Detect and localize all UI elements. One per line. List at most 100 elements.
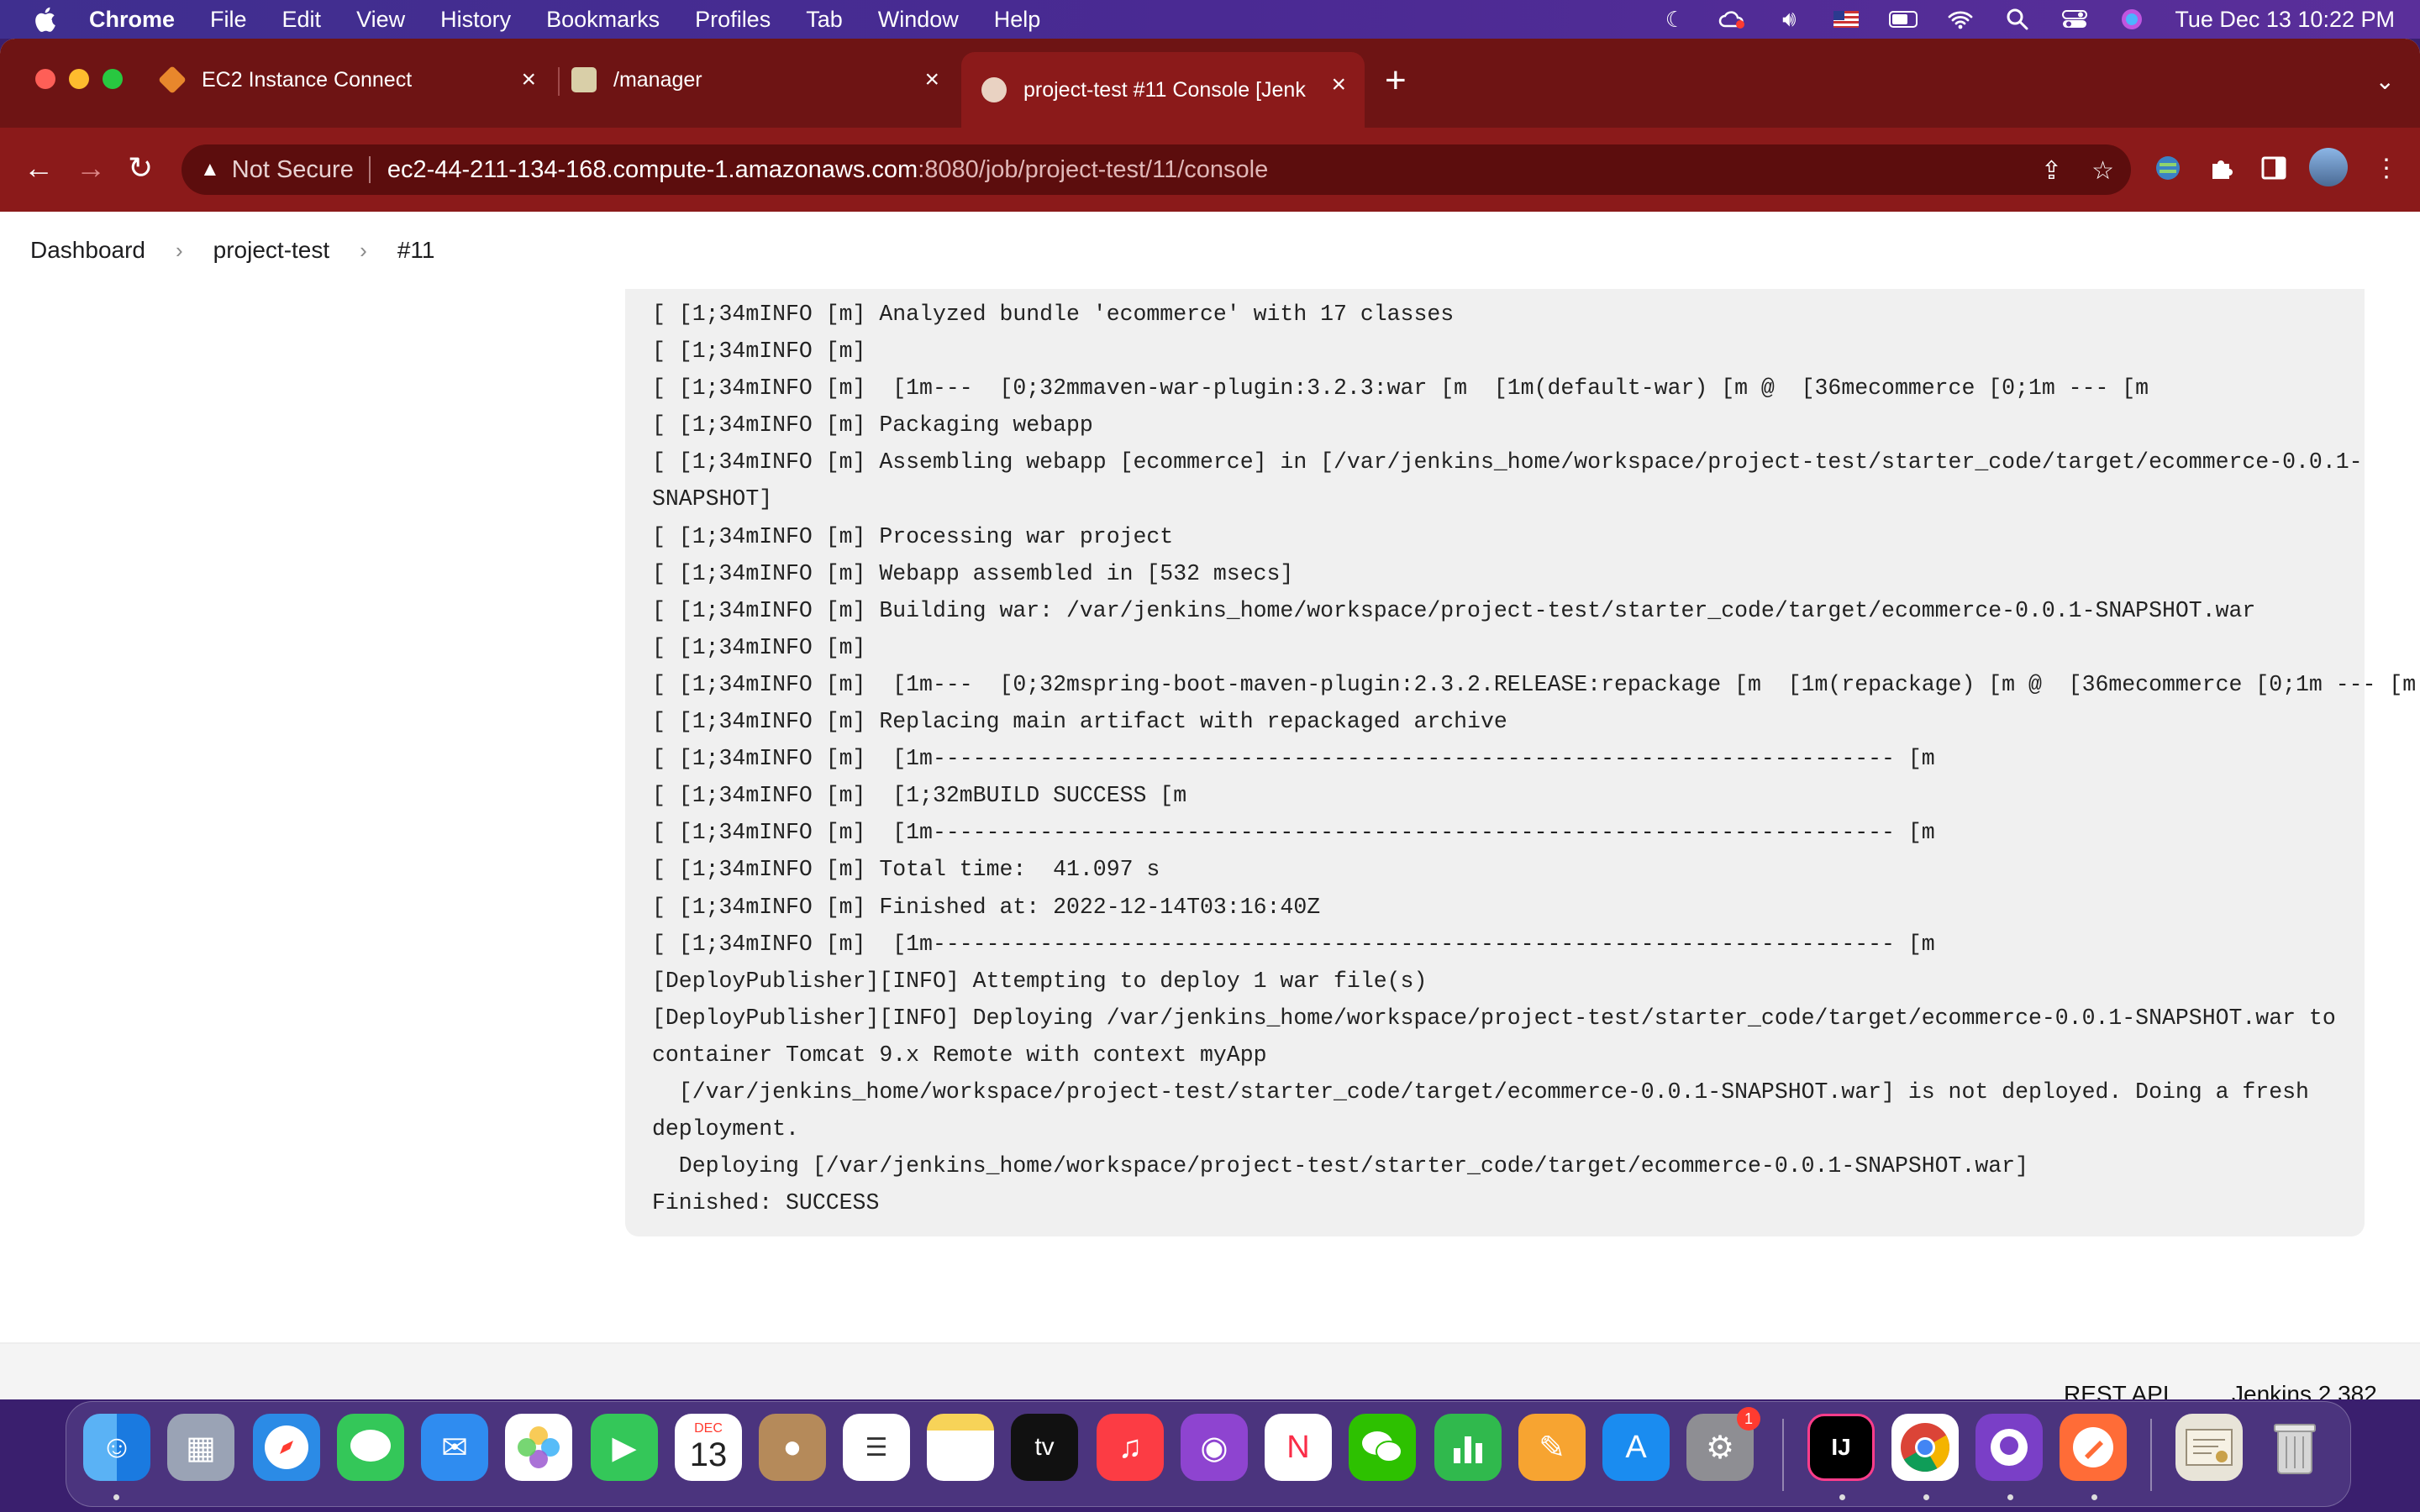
window-minimize-button[interactable] (69, 69, 89, 89)
calendar-month: DEC (694, 1421, 723, 1436)
menu-tab[interactable]: Tab (806, 7, 843, 33)
breadcrumb-dashboard[interactable]: Dashboard (30, 237, 145, 264)
tab-search-chevron-icon[interactable]: ⌄ (2375, 67, 2395, 95)
trash-icon[interactable] (2261, 1414, 2328, 1481)
facetime-icon[interactable]: ▶ (591, 1414, 658, 1481)
reminders-icon[interactable]: ☰ (843, 1414, 910, 1481)
tab-manager[interactable]: /manager × (571, 54, 958, 106)
system-settings-icon[interactable]: ⚙ 1 (1686, 1407, 1760, 1481)
console-line: [ [1;34mINFO [m] (652, 634, 866, 660)
reload-icon[interactable]: ↻ (128, 151, 153, 185)
notification-badge: 1 (1737, 1407, 1760, 1431)
github-desktop-icon[interactable] (1975, 1414, 2043, 1481)
calendar-icon[interactable]: DEC 13 (675, 1414, 742, 1481)
active-app-name[interactable]: Chrome (89, 7, 175, 33)
url-host[interactable]: ec2-44-211-134-168.compute-1.amazonaws.c… (387, 156, 918, 184)
url-path[interactable]: :8080/job/project-test/11/console (918, 156, 1268, 184)
menu-history[interactable]: History (440, 7, 511, 33)
menubar-clock[interactable]: Tue Dec 13 10:22 PM (2175, 7, 2395, 33)
siri-icon[interactable] (2118, 8, 2146, 31)
control-center-icon[interactable] (2060, 8, 2089, 31)
dock-separator (1782, 1419, 1784, 1491)
menu-window[interactable]: Window (878, 7, 959, 33)
forward-arrow-icon[interactable]: → (76, 151, 106, 185)
rest-api-link[interactable]: REST API (2064, 1381, 2170, 1399)
running-indicator (1923, 1494, 1929, 1500)
safari-icon[interactable] (253, 1414, 320, 1481)
menu-bookmarks[interactable]: Bookmarks (546, 7, 660, 33)
console-line: [DeployPublisher][INFO] Attempting to de… (652, 968, 1428, 994)
tab-close-icon[interactable]: × (1331, 71, 1346, 99)
creative-cloud-icon[interactable] (1718, 8, 1746, 31)
intellij-icon[interactable]: IJ (1807, 1414, 1875, 1481)
tab-close-icon[interactable]: × (521, 66, 536, 94)
tab-title: project-test #11 Console [Jenk (1023, 77, 1306, 102)
appletv-icon[interactable]: tv (1011, 1414, 1078, 1481)
calendar-day: 13 (689, 1436, 728, 1473)
focus-moon-icon[interactable]: ☾ (1660, 7, 1689, 32)
breadcrumb-chevron-icon: › (175, 237, 183, 263)
new-tab-plus-icon[interactable]: + (1385, 62, 1407, 99)
chrome-icon[interactable] (1891, 1414, 1959, 1481)
window-close-button[interactable] (35, 69, 55, 89)
menu-help[interactable]: Help (994, 7, 1041, 33)
pages-icon[interactable]: ✎ (1518, 1414, 1586, 1481)
tab-close-icon[interactable]: × (924, 66, 939, 94)
menu-edit[interactable]: Edit (282, 7, 322, 33)
side-panel-icon[interactable] (2257, 151, 2291, 185)
chrome-window: EC2 Instance Connect × /manager × projec… (0, 39, 2420, 1399)
notes-icon[interactable] (927, 1414, 994, 1481)
menu-file[interactable]: File (210, 7, 247, 33)
console-output: [ [1;34mINFO [m] Analyzed bundle 'ecomme… (625, 289, 2416, 1236)
extension-globe-icon[interactable] (2151, 151, 2185, 185)
certificate-icon[interactable] (2175, 1414, 2243, 1481)
breadcrumb-build-11[interactable]: #11 (397, 237, 435, 264)
console-line: [ [1;34mINFO [m] [1m--------------------… (652, 931, 1935, 957)
launchpad-icon[interactable]: ▦ (167, 1414, 234, 1481)
battery-icon[interactable] (1889, 8, 1918, 31)
messages-icon[interactable] (337, 1414, 404, 1481)
finder-icon[interactable]: ☺ (83, 1414, 150, 1481)
numbers-icon[interactable] (1434, 1414, 1502, 1481)
share-icon[interactable]: ⇪ (2041, 156, 2062, 186)
jenkins-version-link[interactable]: Jenkins 2.382 (2232, 1381, 2377, 1399)
window-zoom-button[interactable] (103, 69, 123, 89)
security-status[interactable]: Not Secure (232, 156, 354, 184)
back-arrow-icon[interactable]: ← (24, 151, 54, 185)
console-line: [ [1;34mINFO [m] Replacing main artifact… (652, 709, 1507, 735)
volume-icon[interactable]: 🔊︎ (1775, 6, 1803, 31)
profile-avatar[interactable] (2309, 148, 2348, 186)
spotlight-search-icon[interactable] (2003, 8, 2032, 31)
input-source-flag-icon[interactable] (1832, 8, 1860, 31)
breadcrumb-project-test[interactable]: project-test (213, 237, 330, 264)
warning-triangle-icon[interactable]: ▲ (200, 158, 220, 181)
page-footer: REST API Jenkins 2.382 (0, 1342, 2420, 1399)
tab-jenkins-console[interactable]: project-test #11 Console [Jenk × (961, 52, 1365, 128)
console-line: [ [1;34mINFO [m] [1;32mBUILD SUCCESS [m (652, 783, 1187, 809)
mail-icon[interactable]: ✉ (421, 1414, 488, 1481)
postman-icon[interactable] (2060, 1414, 2127, 1481)
console-line: [ [1;34mINFO [m] (652, 339, 866, 365)
apple-menu-icon[interactable] (32, 5, 57, 34)
appstore-icon[interactable]: A (1602, 1414, 1670, 1481)
chrome-menu-kebab-icon[interactable]: ⋮ (2370, 151, 2403, 185)
console-line: [ [1;34mINFO [m] Total time: 41.097 s (652, 857, 1160, 883)
contacts-icon[interactable]: ● (759, 1414, 826, 1481)
jenkins-favicon-icon (981, 77, 1007, 102)
menu-view[interactable]: View (356, 7, 405, 33)
tab-ec2-instance-connect[interactable]: EC2 Instance Connect × (158, 54, 555, 106)
podcasts-icon[interactable]: ◉ (1181, 1414, 1248, 1481)
bookmark-star-icon[interactable]: ☆ (2091, 156, 2114, 186)
news-icon[interactable]: N (1265, 1414, 1332, 1481)
omnibox-divider (368, 156, 371, 183)
console-line: [ [1;34mINFO [m] Finished at: 2022-12-14… (652, 894, 1321, 920)
wechat-icon[interactable] (1349, 1414, 1416, 1481)
menu-profiles[interactable]: Profiles (695, 7, 771, 33)
music-icon[interactable]: ♫ (1097, 1414, 1164, 1481)
macos-menu-bar: Chrome File Edit View History Bookmarks … (0, 0, 2420, 39)
wifi-icon[interactable] (1946, 8, 1975, 31)
breadcrumb-chevron-icon: › (360, 237, 367, 263)
address-bar[interactable]: ▲ Not Secure ec2-44-211-134-168.compute-… (182, 144, 2131, 195)
extensions-puzzle-icon[interactable] (2205, 151, 2238, 185)
photos-icon[interactable] (505, 1414, 572, 1481)
